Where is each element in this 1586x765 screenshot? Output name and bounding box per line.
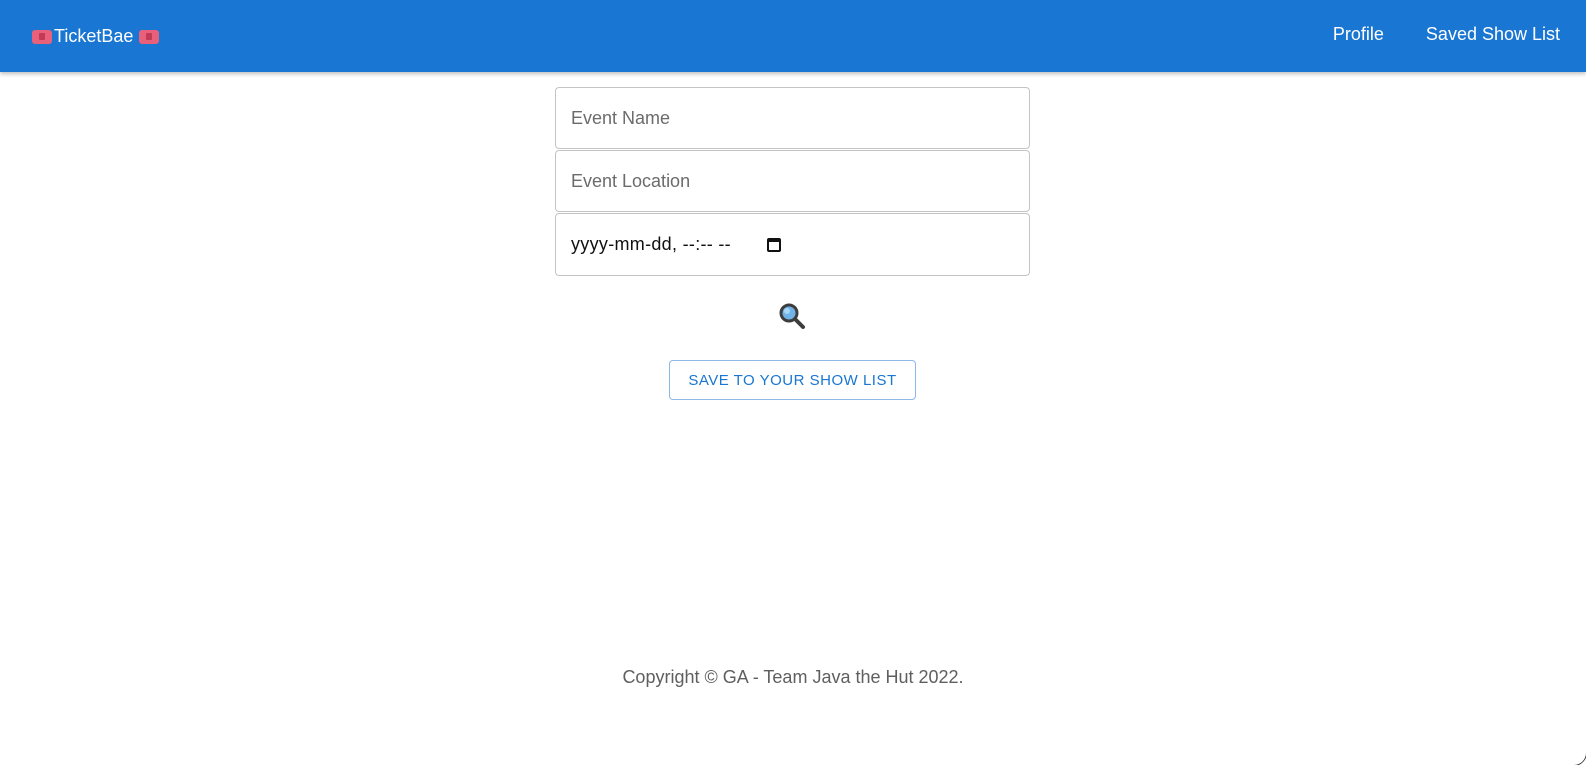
ticket-icon — [32, 29, 52, 44]
event-datetime-field[interactable]: yyyy-mm-dd, --:-- -- — [555, 213, 1030, 276]
event-location-field[interactable]: Event Location — [555, 150, 1030, 212]
save-to-show-list-button[interactable]: SAVE TO YOUR SHOW LIST — [669, 360, 916, 400]
nav-saved-show-list[interactable]: Saved Show List — [1426, 24, 1560, 45]
event-location-placeholder: Event Location — [571, 170, 691, 191]
ticket-icon — [139, 29, 160, 44]
event-name-placeholder: Event Name — [571, 107, 671, 128]
magnifying-glass-icon[interactable] — [778, 302, 806, 330]
brand[interactable]: TicketBae — [32, 26, 160, 47]
app-bar: TicketBae Profile Saved Show List — [0, 0, 1586, 72]
nav-profile[interactable]: Profile — [1333, 24, 1384, 45]
event-search-form: Event Name Event Location yyyy-mm-dd, --… — [555, 87, 1030, 277]
event-name-field[interactable]: Event Name — [555, 87, 1030, 149]
datetime-placeholder: yyyy-mm-dd, --:-- -- — [571, 234, 731, 254]
footer-copyright: Copyright © GA - Team Java the Hut 2022. — [622, 667, 964, 687]
brand-name: TicketBae — [54, 26, 134, 46]
app-window: TicketBae Profile Saved Show List Event … — [0, 0, 1586, 765]
top-nav: Profile Saved Show List — [1333, 24, 1560, 45]
calendar-icon[interactable] — [766, 237, 781, 252]
